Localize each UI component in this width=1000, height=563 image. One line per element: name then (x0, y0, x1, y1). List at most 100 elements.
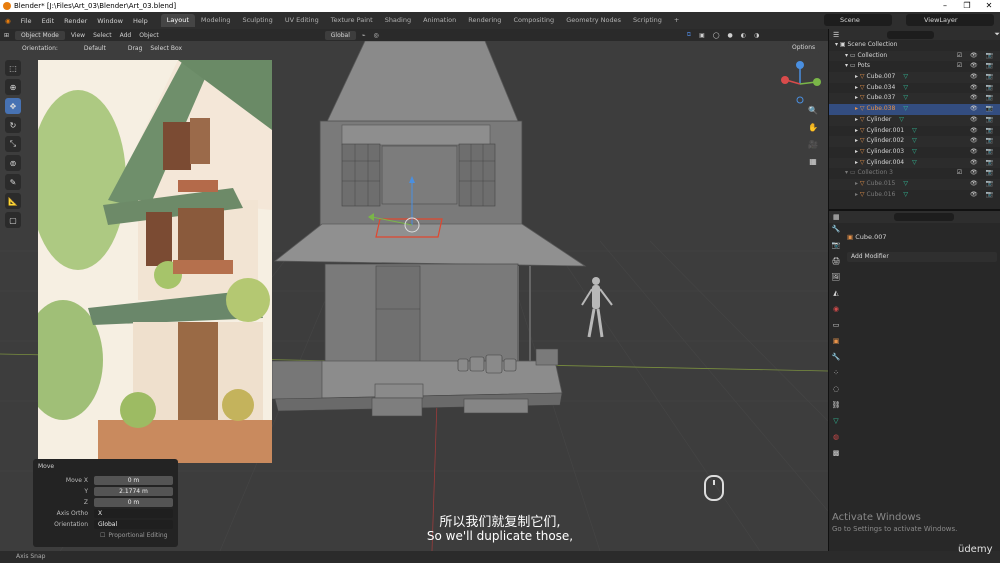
perspective-grid-icon[interactable]: ▦ (806, 155, 820, 169)
tab-compositing[interactable]: Compositing (507, 14, 560, 27)
physics-tab-icon[interactable]: ◌ (833, 385, 839, 394)
options-button[interactable]: Options (788, 43, 820, 53)
editor-type-icon[interactable]: ⊞ (0, 32, 13, 39)
outliner-row[interactable]: ▸ ▽ Cube.015 ▽ 👁 📷 (829, 178, 1000, 190)
outliner-editor-icon[interactable]: ☰ (833, 31, 839, 39)
menu-help[interactable]: Help (128, 17, 153, 25)
constraints-tab-icon[interactable]: ⛓ (832, 401, 841, 410)
transform-orientation-dropdown[interactable]: Global (324, 30, 356, 40)
data-tab-icon[interactable]: ▽ (833, 417, 838, 426)
outliner-row[interactable]: ▸ ▽ Cube.038 ▽ 👁 📷 (829, 104, 1000, 115)
menu-view[interactable]: View (67, 32, 89, 39)
outliner-row[interactable]: ▸ ▽ Cylinder.004 ▽ 👁 📷 (829, 157, 1000, 169)
tab-uv-editing[interactable]: UV Editing (279, 14, 325, 27)
tool-tab-icon[interactable]: 🔧 (832, 225, 841, 234)
scene-tab-icon[interactable]: ◭ (833, 289, 838, 298)
tab-sculpting[interactable]: Sculpting (236, 14, 278, 27)
visibility-toggle-icon[interactable]: 👁 📷 (970, 115, 996, 126)
texture-tab-icon[interactable]: ▩ (833, 449, 840, 458)
mode-dropdown[interactable]: Object Mode (15, 30, 65, 40)
world-tab-icon[interactable]: ◉ (833, 305, 839, 314)
view-layer-selector[interactable]: ViewLayer (906, 14, 994, 26)
tab-modeling[interactable]: Modeling (195, 14, 237, 27)
overlay-icon[interactable]: ⧉ (683, 31, 695, 39)
shading-rendered-icon[interactable]: ◑ (750, 32, 763, 39)
add-cube-tool-icon[interactable]: ▢ (5, 212, 21, 228)
tab-rendering[interactable]: Rendering (462, 14, 507, 27)
outliner-row[interactable]: ▸ ▽ Cylinder ▽ 👁 📷 (829, 114, 1000, 126)
visibility-toggle-icon[interactable]: 👁 📷 (970, 126, 996, 137)
output-tab-icon[interactable]: 🖨 (832, 257, 841, 266)
scene-selector[interactable]: Scene (824, 14, 892, 26)
move-tool-icon[interactable]: ✥ (5, 98, 21, 114)
outliner-row[interactable]: ▾ ▭ Collection 3 ☑ 👁 📷 (829, 168, 1000, 179)
menu-file[interactable]: File (16, 17, 37, 25)
zoom-icon[interactable]: 🔍 (806, 104, 820, 118)
outliner-row[interactable]: ▸ ▽ Cube.034 ▽ 👁 📷 (829, 83, 1000, 94)
house-model[interactable] (271, 41, 587, 417)
drag-dropdown[interactable]: Select Box (146, 45, 186, 52)
modifier-tab-icon[interactable]: 🔧 (832, 353, 841, 362)
minimize-icon[interactable]: – (934, 0, 956, 12)
select-box-tool-icon[interactable]: ⬚ (5, 60, 21, 76)
xray-icon[interactable]: ▣ (695, 32, 709, 39)
move-y-field[interactable]: 2.1774 m (94, 487, 173, 496)
shading-material-icon[interactable]: ◐ (737, 32, 750, 39)
close-icon[interactable]: ✕ (978, 0, 1000, 12)
shading-solid-icon[interactable]: ● (723, 32, 736, 39)
visibility-toggle-icon[interactable]: 👁 📷 (970, 93, 996, 104)
visibility-toggle-icon[interactable]: ☑ 👁 📷 (957, 61, 996, 72)
menu-select[interactable]: Select (89, 32, 116, 39)
camera-view-icon[interactable]: 🎥 (806, 138, 820, 152)
outliner-row[interactable]: ▾ ▭ Pots ☑ 👁 📷 (829, 61, 1000, 72)
material-tab-icon[interactable]: ◍ (833, 433, 839, 442)
tab-layout[interactable]: Layout (160, 14, 195, 27)
tab-scripting[interactable]: Scripting (627, 14, 668, 27)
transform-tool-icon[interactable]: ⊚ (5, 155, 21, 171)
tab-shading[interactable]: Shading (379, 14, 417, 27)
properties-search-input[interactable] (893, 213, 954, 221)
shading-wire-icon[interactable]: ◯ (709, 32, 724, 39)
cursor-tool-icon[interactable]: ⊕ (5, 79, 21, 95)
visibility-toggle-icon[interactable]: 👁 📷 (970, 72, 996, 83)
menu-add[interactable]: Add (116, 32, 136, 39)
view-layer-tab-icon[interactable]: 🖼 (832, 273, 841, 282)
outliner-row[interactable]: ▾ ▣ Scene Collection (829, 40, 1000, 51)
visibility-toggle-icon[interactable]: ☑ 👁 📷 (957, 168, 996, 179)
visibility-toggle-icon[interactable]: 👁 📷 (970, 147, 996, 158)
orientation-dropdown[interactable]: Default (80, 45, 110, 52)
maximize-icon[interactable]: ❐ (956, 0, 978, 12)
move-z-field[interactable]: 0 m (94, 498, 173, 507)
particles-tab-icon[interactable]: ⁘ (833, 369, 839, 378)
blender-menu-icon[interactable]: ◉ (0, 17, 16, 25)
navigation-gizmo[interactable] (776, 60, 824, 108)
collection-tab-icon[interactable]: ▭ (833, 321, 840, 330)
visibility-toggle-icon[interactable]: 👁 📷 (970, 190, 996, 201)
scale-tool-icon[interactable]: ⤡ (5, 136, 21, 152)
tab-texture-paint[interactable]: Texture Paint (325, 14, 379, 27)
proportional-edit-icon[interactable]: ◎ (370, 32, 383, 39)
add-modifier-dropdown[interactable]: Add Modifier (847, 252, 997, 262)
menu-window[interactable]: Window (92, 17, 128, 25)
menu-object[interactable]: Object (135, 32, 163, 39)
snap-icon[interactable]: ⌁ (358, 32, 370, 39)
tab-animation[interactable]: Animation (417, 14, 462, 27)
move-x-field[interactable]: 0 m (94, 476, 173, 485)
visibility-toggle-icon[interactable]: 👁 📷 (970, 158, 996, 169)
rotate-tool-icon[interactable]: ↻ (5, 117, 21, 133)
menu-render[interactable]: Render (59, 17, 92, 25)
outliner-row[interactable]: ▸ ▽ Cube.007 ▽ 👁 📷 (829, 72, 1000, 83)
outliner-row[interactable]: ▸ ▽ Cube.037 ▽ 👁 📷 (829, 93, 1000, 105)
outliner-row[interactable]: ▸ ▽ Cylinder.002 ▽ 👁 📷 (829, 136, 1000, 147)
measure-tool-icon[interactable]: 📐 (5, 193, 21, 209)
pan-hand-icon[interactable]: ✋ (806, 121, 820, 135)
add-workspace-button[interactable]: + (668, 14, 685, 27)
render-tab-icon[interactable]: 📷 (832, 241, 841, 250)
outliner-row[interactable]: ▾ ▭ Collection ☑ 👁 📷 (829, 50, 1000, 62)
object-tab-icon[interactable]: ▣ (833, 337, 840, 346)
visibility-toggle-icon[interactable]: 👁 📷 (970, 83, 996, 94)
outliner-search-input[interactable] (887, 30, 935, 39)
visibility-toggle-icon[interactable]: ☑ 👁 📷 (957, 51, 996, 62)
outliner-row[interactable]: ▸ ▽ Cylinder.003 ▽ 👁 📷 (829, 147, 1000, 158)
menu-edit[interactable]: Edit (37, 17, 60, 25)
